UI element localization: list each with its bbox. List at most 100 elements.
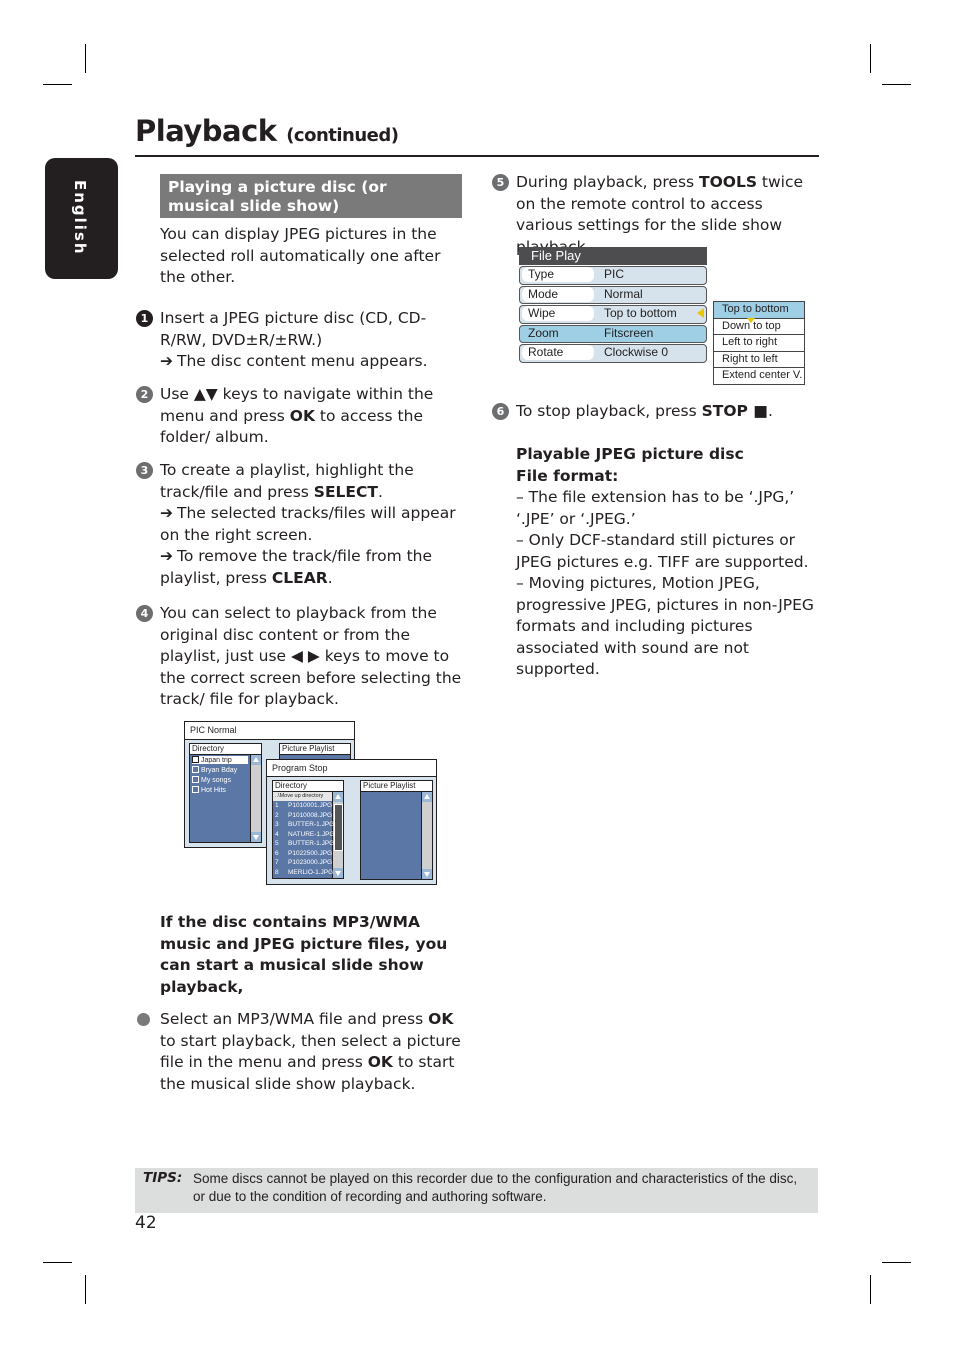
file-name: P1022500.JPG: [288, 849, 333, 857]
crop-mark: [882, 84, 911, 85]
title-suffix: (continued): [286, 125, 399, 146]
scroll-up-icon[interactable]: [333, 792, 343, 802]
language-tab: English: [45, 158, 118, 279]
crop-mark: [870, 1275, 871, 1304]
menu-row-zoom[interactable]: Zoom Fitscreen: [519, 324, 707, 343]
file-item[interactable]: 4 NATURE-1.JPG: [275, 831, 334, 838]
checkbox-icon: [192, 766, 199, 773]
scroll-down-icon[interactable]: [333, 868, 343, 878]
step-1-text: Insert a JPEG picture disc (CD, CD-R/RW,…: [160, 309, 427, 349]
step-marker-4: 4: [136, 605, 153, 622]
row-value: Fitscreen: [604, 325, 654, 340]
file-name: P1010001.JPG: [288, 802, 333, 809]
playlist-pane: Picture Playlist: [360, 780, 433, 880]
file-item[interactable]: 5 BUTTER-1.JPG: [275, 840, 334, 847]
list-item[interactable]: Bryan Bday: [192, 766, 237, 774]
wipe-options-list: Top to bottom Down to top Left to right …: [713, 301, 805, 385]
crop-mark: [882, 1262, 911, 1263]
menu-row-mode[interactable]: Mode Normal: [519, 285, 707, 304]
step-1-result-text: The disc content menu appears.: [177, 352, 428, 370]
row-label: Type: [522, 267, 594, 282]
row-label: Mode: [522, 286, 594, 302]
file-item[interactable]: 8 MERLIO-1.JPG: [275, 869, 333, 876]
file-index: 5: [275, 840, 279, 847]
file-index: 7: [275, 859, 279, 866]
key-clear: CLEAR: [271, 568, 328, 587]
crop-mark: [43, 1262, 72, 1263]
step-marker-5: 5: [492, 174, 509, 191]
step-marker-3: 3: [136, 462, 153, 479]
screen-title: PIC Normal: [185, 722, 354, 740]
list-item[interactable]: Hot Hits: [192, 786, 226, 794]
file-item[interactable]: 6 P1022500.JPG: [275, 850, 332, 857]
step-marker-1: 1: [136, 310, 153, 327]
list-item[interactable]: My songs: [192, 776, 231, 784]
file-play-title: File Play: [519, 247, 707, 265]
file-name: P1023000.JPG: [288, 859, 333, 866]
scroll-down-icon[interactable]: [251, 832, 261, 842]
key-stop: STOP ■: [701, 402, 768, 420]
file-name: BUTTER-1.JPG: [288, 821, 335, 828]
menu-row-wipe[interactable]: Wipe Top to bottom: [519, 305, 707, 324]
file-name: BUTTER-1.JPG: [288, 840, 335, 847]
scroll-up-icon[interactable]: [251, 755, 261, 765]
checkbox-icon: [192, 786, 199, 793]
step-4-text: You can select to playback from the orig…: [160, 604, 462, 708]
directory-pane: Directory Japan trip Bryan Bday My songs…: [189, 743, 262, 843]
cursor-down-icon: [747, 318, 755, 323]
menu-row-type[interactable]: Type PIC: [519, 266, 707, 285]
scroll-thumb[interactable]: [334, 804, 343, 851]
file-index: 3: [275, 821, 279, 828]
file-play-menu: File Play Type PIC Mode Normal Wipe Top to …: [519, 247, 707, 363]
key-ok: OK: [289, 406, 315, 425]
wipe-option[interactable]: Down to top: [714, 319, 804, 335]
directory-pane: Directory ..\Move up directory 1 P1010001…: [272, 780, 344, 879]
step-3-text: To create a playlist, highlight the trac…: [160, 461, 414, 501]
screen-program-stop: Program Stop Directory ..\Move up direct…: [266, 759, 437, 885]
arrow-right-icon: ➔: [160, 352, 173, 370]
format-note: – Only DCF-standard still pictures or JP…: [516, 531, 809, 571]
file-name: P1010008.JPG: [288, 811, 333, 819]
playlist-label: Picture Playlist: [280, 744, 350, 755]
scroll-down-icon[interactable]: [422, 869, 432, 879]
key-select: SELECT: [313, 482, 378, 501]
file-item[interactable]: 2 P1010008.JPG: [275, 812, 332, 819]
file-item[interactable]: 3 BUTTER-1.JPG: [275, 821, 334, 828]
arrow-right-icon: ➔: [160, 547, 173, 565]
scrollbar[interactable]: [421, 792, 432, 879]
format-section: Playable JPEG picture disc File format: …: [516, 444, 822, 681]
section-heading: Playing a picture disc (or musical slide…: [160, 174, 462, 218]
page-number: 42: [135, 1213, 157, 1233]
page-title: Playback (continued): [135, 114, 399, 148]
wipe-option[interactable]: Top to bottom: [714, 302, 804, 319]
step-1: Insert a JPEG picture disc (CD, CD-R/RW,…: [160, 308, 460, 373]
step-2: Use ▲▼ keys to navigate within the menu …: [160, 384, 460, 449]
row-value: Normal: [604, 286, 643, 301]
crop-mark: [85, 1275, 86, 1304]
scrollbar[interactable]: [250, 755, 261, 842]
crop-mark: [85, 44, 86, 73]
crop-mark: [870, 44, 871, 73]
scroll-up-icon[interactable]: [422, 792, 432, 802]
playlist-label: Picture Playlist: [361, 781, 432, 792]
tips-box: TIPS: Some discs cannot be played on thi…: [135, 1168, 818, 1213]
title-divider: [135, 155, 819, 157]
key-ok: OK: [428, 1010, 454, 1028]
file-item[interactable]: 1 P1010001.JPG: [275, 802, 332, 809]
wipe-option[interactable]: Extend center V.: [714, 368, 804, 384]
key-tools: TOOLS: [699, 173, 757, 191]
arrow-right-icon: ➔: [160, 504, 173, 522]
list-item[interactable]: Japan trip: [192, 756, 248, 764]
file-index: 1: [275, 802, 279, 809]
bullet-icon: [137, 1013, 150, 1026]
move-up-item[interactable]: ..\Move up directory: [273, 792, 335, 801]
step-5: During playback, press TOOLS twice on th…: [516, 173, 804, 256]
file-item[interactable]: 7 P1023000.JPG: [275, 859, 332, 866]
expand-left-icon[interactable]: [697, 308, 704, 318]
menu-row-rotate[interactable]: Rotate Clockwise 0: [519, 344, 707, 363]
wipe-option[interactable]: Left to right: [714, 335, 804, 352]
format-heading: Playable JPEG picture disc: [516, 445, 744, 463]
step-1-result: ➔ The disc content menu appears.: [160, 351, 460, 373]
wipe-option[interactable]: Right to left: [714, 352, 804, 368]
row-value: PIC: [604, 267, 625, 281]
